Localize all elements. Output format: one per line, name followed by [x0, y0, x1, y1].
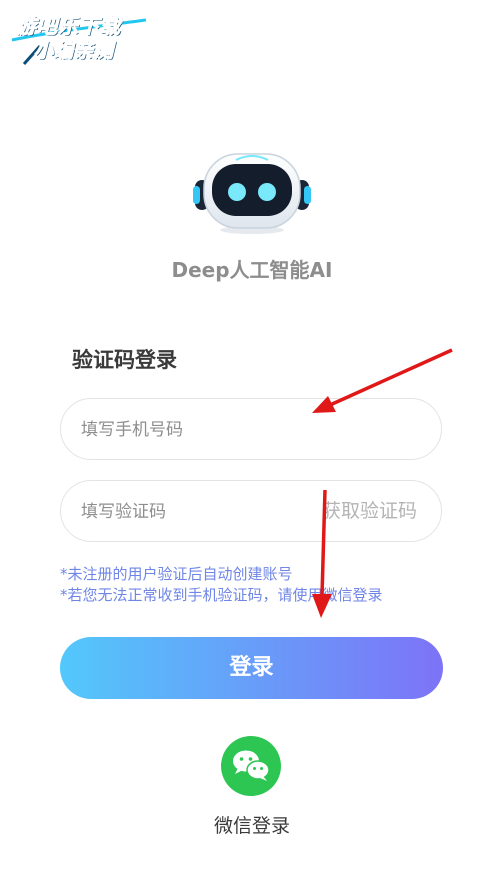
watermark-line-2: 小编亲测 — [33, 40, 115, 63]
code-input[interactable] — [79, 481, 313, 543]
watermark-logo: 游吧乐下载 小编亲测 — [10, 6, 150, 66]
wechat-login-label: 微信登录 — [213, 815, 290, 837]
note-line-1: *未注册的用户验证后自动创建账号 — [60, 565, 293, 583]
watermark-line-1: 游吧乐下载 — [16, 14, 121, 39]
phone-input[interactable] — [79, 399, 313, 461]
app-name: Deep人工智能AI — [171, 258, 333, 282]
form-title: 验证码登录 — [72, 348, 177, 372]
get-code-button[interactable]: 获取验证码 — [322, 481, 417, 541]
robot-icon — [193, 153, 311, 234]
code-field[interactable]: 获取验证码 — [60, 480, 442, 543]
login-button[interactable]: 登录 — [60, 637, 443, 699]
note-line-2: *若您无法正常收到手机验证码，请使用微信登录 — [60, 586, 383, 604]
phone-field[interactable] — [60, 398, 442, 461]
wechat-icon — [233, 750, 270, 781]
notes: *未注册的用户验证后自动创建账号 *若您无法正常收到手机验证码，请使用微信登录 — [60, 564, 383, 606]
wechat-login-button[interactable] — [221, 736, 281, 796]
